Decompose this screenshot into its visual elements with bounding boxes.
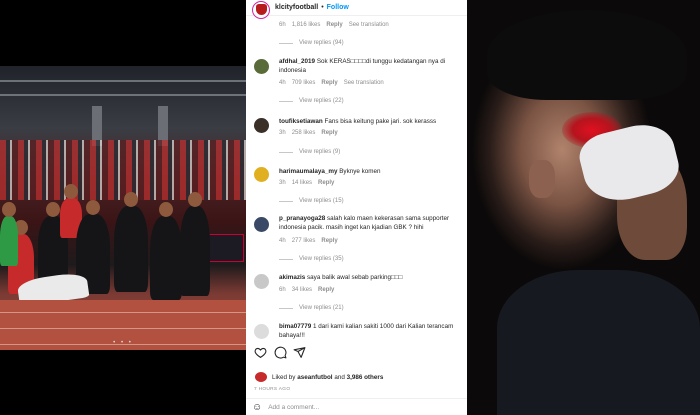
reply-button[interactable]: Reply [321, 238, 337, 244]
liker-avatar[interactable] [254, 371, 268, 383]
post-time: 7 HOURS AGO [254, 387, 291, 392]
account-avatar[interactable] [252, 0, 270, 19]
instagram-post-panel: klcityfootball • Follow 6h 1,816 likes R… [246, 0, 467, 415]
player [114, 192, 148, 292]
commenter-avatar[interactable] [254, 59, 269, 74]
share-icon[interactable] [292, 346, 306, 360]
comment-likes[interactable]: 709 likes [292, 80, 316, 86]
commenter-username[interactable]: bima07779 [279, 323, 311, 330]
reply-button[interactable]: Reply [321, 80, 337, 86]
commenter-username[interactable]: akimazis [279, 274, 305, 281]
comment-time: 4h [279, 80, 286, 86]
team-photo-panel: • • • [0, 0, 246, 415]
comment-text: afdhal_2019 Sok KERAS□□□□di tunggu kedat… [279, 58, 446, 74]
comment-meta: 6h 34 likes Reply [279, 287, 334, 293]
heart-icon[interactable] [253, 346, 267, 360]
view-replies-link[interactable]: View replies (21) [279, 305, 344, 311]
comment-likes[interactable]: 1,816 likes [292, 22, 321, 28]
reply-button[interactable]: Reply [318, 287, 334, 293]
commenter-avatar[interactable] [254, 118, 269, 133]
view-replies-link[interactable]: View replies (35) [279, 256, 344, 262]
reply-button[interactable]: Reply [326, 22, 342, 28]
comment-meta: 3h 258 likes Reply [279, 130, 338, 136]
face-nose [529, 160, 555, 198]
view-replies-link[interactable]: View replies (9) [279, 149, 340, 155]
comment-time: 6h [279, 287, 286, 293]
likes-and: and [334, 373, 345, 381]
commenter-avatar[interactable] [254, 167, 269, 182]
comment-likes[interactable]: 258 likes [292, 130, 316, 136]
reply-button[interactable]: Reply [321, 130, 337, 136]
stadium-roof [0, 80, 246, 82]
likes-summary: Liked by aseanfutbol and 3,986 others [254, 371, 383, 383]
player [180, 192, 210, 296]
injury-photo [467, 0, 700, 415]
comment-meta: 3h 14 likes Reply [279, 180, 334, 186]
commenter-username[interactable]: harimaumalaya_my [279, 168, 337, 175]
comment-text: toufiksetiawan Fans bisa keitung pake ja… [279, 118, 437, 125]
team-photo [0, 66, 246, 350]
comment-time: 4h [279, 238, 286, 244]
add-comment-bar: ☺ [246, 398, 467, 415]
shirt [497, 270, 700, 415]
injury-photo-panel [467, 0, 700, 415]
account-username[interactable]: klcityfootball [275, 4, 318, 11]
view-replies-link[interactable]: View replies (15) [279, 198, 344, 204]
likes-others-count[interactable]: 3,986 others [347, 374, 384, 381]
player [0, 202, 18, 266]
commenter-username[interactable]: p_pranayoga28 [279, 215, 325, 222]
carousel-dots: • • • [113, 340, 133, 346]
comment-text: p_pranayoga28 salah kalo maen kekerasan … [279, 215, 450, 231]
commenter-avatar[interactable] [254, 217, 269, 232]
comment-time: 3h [279, 130, 286, 136]
likes-prefix: Liked by [272, 373, 296, 381]
comment-likes[interactable]: 14 likes [292, 180, 312, 186]
commenter-username[interactable]: toufiksetiawan [279, 118, 323, 125]
comment-text: harimaumalaya_my Byknye komen [279, 168, 381, 175]
liker-username[interactable]: aseanfutbol [297, 374, 332, 381]
comment-meta: 4h 277 likes Reply [279, 238, 338, 244]
see-translation-link[interactable]: See translation [349, 22, 389, 28]
separator: • [321, 4, 324, 11]
crowd [0, 140, 246, 200]
comment-time: 6h [279, 22, 286, 28]
comment-text: akimazis saya balik awal sebab parking□□… [279, 274, 403, 281]
player [150, 202, 182, 300]
comment-icon[interactable] [273, 346, 287, 360]
see-translation-link[interactable]: See translation [344, 80, 384, 86]
commenter-avatar[interactable] [254, 324, 269, 339]
hair [487, 10, 687, 100]
emoji-icon[interactable]: ☺ [252, 402, 262, 413]
view-replies-link[interactable]: View replies (22) [279, 98, 344, 104]
post-actions [246, 346, 467, 366]
comment-meta: 6h 1,816 likes Reply See translation [279, 22, 389, 28]
follow-button[interactable]: Follow [327, 4, 349, 11]
comment-text: bima07779 1 dari kami kalian sakiti 1000… [279, 323, 454, 339]
post-header: klcityfootball • Follow [246, 0, 467, 19]
view-replies-link[interactable]: View replies (94) [279, 40, 344, 46]
commenter-avatar[interactable] [254, 274, 269, 289]
comment-time: 3h [279, 180, 286, 186]
stadium-roof-beam [0, 94, 246, 96]
commenter-username[interactable]: afdhal_2019 [279, 58, 315, 65]
comment-likes[interactable]: 34 likes [292, 287, 312, 293]
comment-likes[interactable]: 277 likes [292, 238, 316, 244]
comment-input[interactable] [268, 403, 449, 411]
comment-meta: 4h 709 likes Reply See translation [279, 80, 384, 86]
reply-button[interactable]: Reply [318, 180, 334, 186]
